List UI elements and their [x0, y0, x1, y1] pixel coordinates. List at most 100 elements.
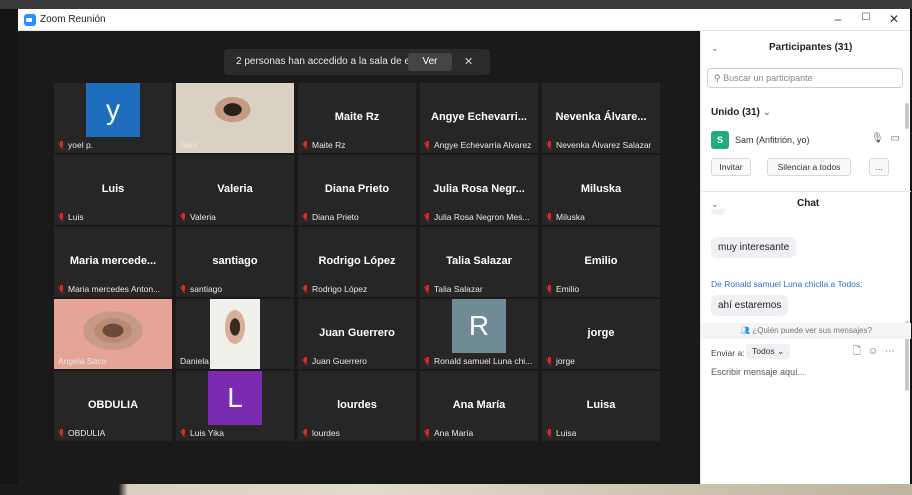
participant-display-name: Juan Guerrero: [319, 327, 395, 339]
participant-tile[interactable]: Juan Guerrero Juan Guerrero: [298, 299, 416, 369]
banner-close-icon[interactable]: ✕: [464, 55, 473, 68]
participant-tile[interactable]: Luisa Luisa: [542, 371, 660, 441]
participant-name-text: Nevenka Álvarez Salazar: [556, 140, 652, 150]
muted-mic-icon: [58, 213, 65, 221]
participant-name-text: Ronald samuel Luna chi...: [434, 356, 533, 366]
participant-name-label: Nevenka Álvarez Salazar: [546, 140, 651, 150]
participant-name-label: Daniela López: [180, 356, 234, 366]
participant-tile[interactable]: Rodrigo López Rodrigo López: [298, 227, 416, 297]
participant-name-text: Diana Prieto: [312, 212, 359, 222]
participant-name-label: Luis Yika: [180, 428, 224, 438]
participant-name-text: Rodrigo López: [312, 284, 368, 294]
waiting-room-banner: 2 personas han accedido a la sala de esp…: [224, 49, 490, 75]
maximize-button[interactable]: ☐: [856, 12, 876, 23]
participant-tile[interactable]: Miluska Miluska: [542, 155, 660, 225]
participant-tile[interactable]: Talia Salazar Talia Salazar: [420, 227, 538, 297]
participants-title: Participantes (31): [769, 42, 853, 53]
send-to-select[interactable]: Todos ⌄: [746, 344, 791, 359]
muted-mic-icon: [424, 141, 431, 149]
participant-display-name: jorge: [587, 327, 615, 339]
host-mic-camera-icons[interactable]: 🎙︎ ▭: [871, 133, 900, 144]
more-options-button[interactable]: ...: [869, 158, 889, 176]
participant-name-text: Angye Echevarria Alvarez: [434, 140, 532, 150]
participant-name-text: Luis: [68, 212, 84, 222]
mute-all-button[interactable]: Silenciar a todos: [767, 158, 851, 176]
participant-tile[interactable]: Ana María Ana María: [420, 371, 538, 441]
participant-name-label: yoel p.: [58, 140, 93, 150]
search-icon: ⚲: [714, 73, 721, 83]
file-icon[interactable]: 🗋: [853, 346, 861, 357]
participant-tile[interactable]: R Ronald samuel Luna chi...: [420, 299, 538, 369]
participant-tile[interactable]: Valeria Valeria: [176, 155, 294, 225]
participant-name-text: Julia Rosa Negron Mes...: [434, 212, 530, 222]
muted-mic-icon: [58, 429, 65, 437]
title-bar: Zoom Reunión – ☐ ✕: [18, 9, 910, 31]
muted-mic-icon: [58, 141, 65, 149]
participant-tile[interactable]: Angela Saco: [54, 299, 172, 369]
muted-mic-icon: [546, 285, 553, 293]
participant-name-label: Maite Rz: [302, 140, 346, 150]
participant-display-name: Emilio: [584, 255, 618, 267]
participant-tile[interactable]: OBDULIA OBDULIA: [54, 371, 172, 441]
chat-messages: muy interesante De Ronald samuel Luna ch…: [701, 209, 911, 325]
participant-name-label: Diana Prieto: [302, 212, 359, 222]
participant-name-label: santiago: [180, 284, 222, 294]
collapse-participants-icon[interactable]: ⌄: [711, 43, 719, 54]
screen: Zoom Reunión – ☐ ✕ 2 personas han accedi…: [0, 0, 912, 495]
participant-name-text: lourdes: [312, 428, 340, 438]
close-button[interactable]: ✕: [884, 12, 904, 26]
participant-tile[interactable]: Luis Luis: [54, 155, 172, 225]
participant-name-label: Ana María: [424, 428, 473, 438]
joined-section-header[interactable]: Unido (31) ⌄: [711, 107, 771, 118]
video-grid: y yoel p. Sam Maite Rz Maite Rz Angye Echevar…: [54, 83, 661, 443]
minimize-button[interactable]: –: [828, 12, 848, 26]
participant-tile[interactable]: Nevenka Álvare... Nevenka Álvarez Salazar: [542, 83, 660, 153]
participant-tile[interactable]: jorge jorge: [542, 299, 660, 369]
participant-display-name: Valeria: [217, 183, 253, 195]
participant-tile[interactable]: Maite Rz Maite Rz: [298, 83, 416, 153]
muted-mic-icon: [424, 357, 431, 365]
participant-tile[interactable]: Julia Rosa Negr... Julia Rosa Negron Mes.…: [420, 155, 538, 225]
view-waiting-room-button[interactable]: Ver: [408, 53, 452, 71]
side-panel: ⌄ Participantes (31) ⚲ Buscar un partici…: [700, 31, 911, 484]
participants-scrollbar[interactable]: [905, 103, 909, 129]
muted-mic-icon: [180, 285, 187, 293]
muted-mic-icon: [302, 285, 309, 293]
participant-tile[interactable]: Emilio Emilio: [542, 227, 660, 297]
participant-name-label: OBDULIA: [58, 428, 105, 438]
invite-button[interactable]: Invitar: [711, 158, 751, 176]
participant-tile[interactable]: Angye Echevarri... Angye Echevarria Alvar…: [420, 83, 538, 153]
participant-name-text: santiago: [190, 284, 223, 294]
host-name: Sam (Anfitrión, yo): [735, 135, 810, 145]
participant-tile[interactable]: Maria mercede... Maria mercedes Anton...: [54, 227, 172, 297]
participant-name-text: Ana María: [434, 428, 474, 438]
emoji-icon[interactable]: ☺: [868, 346, 878, 357]
participant-display-name: Miluska: [580, 183, 622, 195]
muted-mic-icon: [302, 141, 309, 149]
participant-tile[interactable]: y yoel p.: [54, 83, 172, 153]
participant-tile[interactable]: lourdes lourdes: [298, 371, 416, 441]
participant-name-label: Rodrigo López: [302, 284, 367, 294]
participant-tile[interactable]: Daniela López: [176, 299, 294, 369]
participant-tile[interactable]: santiago santiago: [176, 227, 294, 297]
participant-tile[interactable]: Sam: [176, 83, 294, 153]
more-icon[interactable]: ⋯: [885, 346, 895, 357]
chat-compose-input[interactable]: Escribir mensaje aquí...: [711, 367, 805, 377]
camera-icon[interactable]: ▭: [890, 133, 899, 144]
muted-mic-icon: [180, 213, 187, 221]
participant-search-input[interactable]: ⚲ Buscar un participante: [707, 68, 903, 88]
participant-display-name: Maria mercede...: [69, 255, 157, 267]
participant-name-text: Maite Rz: [312, 140, 346, 150]
microphone-icon[interactable]: 🎙︎: [871, 133, 884, 144]
participant-tile[interactable]: Diana Prieto Diana Prieto: [298, 155, 416, 225]
participant-avatar: L: [208, 371, 262, 425]
participant-display-name: Ana María: [452, 399, 506, 411]
participant-display-name: Nevenka Álvare...: [555, 111, 647, 123]
people-icon: 👥︎: [739, 326, 751, 335]
participant-name-text: yoel p.: [68, 140, 94, 150]
participant-tile[interactable]: L Luis Yika: [176, 371, 294, 441]
participant-display-name: OBDULIA: [87, 399, 139, 411]
who-can-see-messages[interactable]: 👥︎ ¿Quién puede ver sus mensajes?: [701, 323, 911, 339]
muted-mic-icon: [58, 285, 65, 293]
participant-name-label: Juan Guerrero: [302, 356, 367, 366]
